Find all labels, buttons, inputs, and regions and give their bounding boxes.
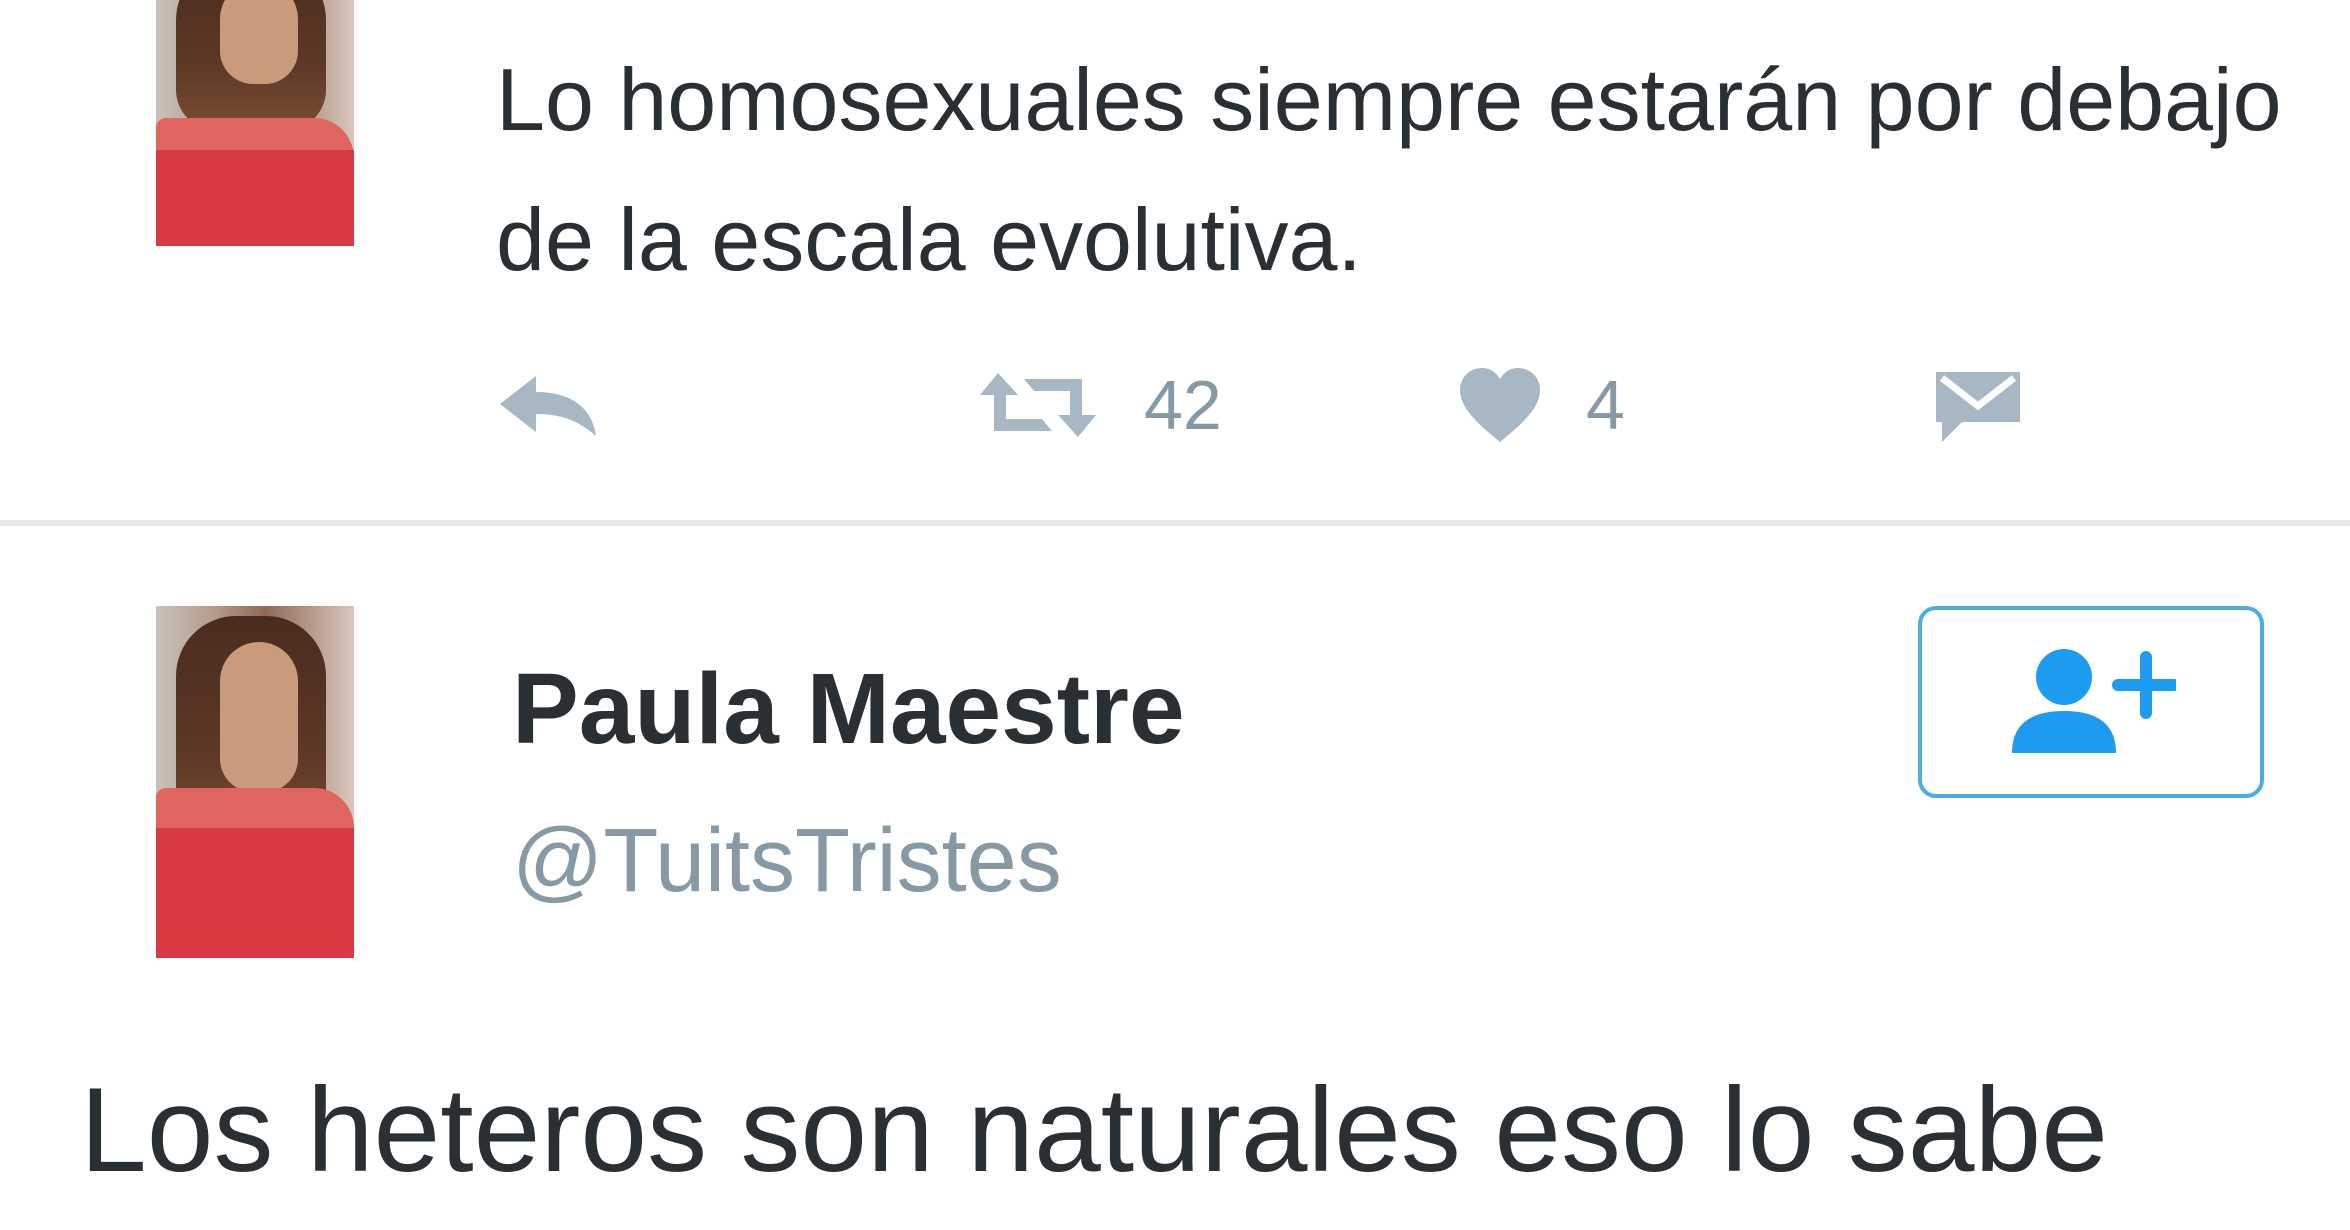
add-user-icon	[2006, 645, 2180, 760]
like-button[interactable]: 4	[1458, 360, 1625, 450]
tweet-actions: 42 4	[0, 360, 2350, 450]
reply-icon	[496, 370, 600, 440]
tweet-text: Los heteros son naturales eso lo sabe	[80, 1063, 2108, 1197]
avatar[interactable]	[156, 606, 354, 958]
like-count: 4	[1586, 366, 1625, 444]
retweet-button[interactable]: 42	[976, 360, 1222, 450]
heart-icon	[1458, 366, 1542, 444]
retweet-icon	[976, 369, 1100, 441]
reply-button[interactable]	[496, 360, 600, 450]
follow-button[interactable]	[1918, 606, 2264, 798]
avatar[interactable]	[156, 0, 354, 246]
user-handle[interactable]: @TuitsTristes	[512, 810, 1062, 913]
display-name[interactable]: Paula Maestre	[512, 652, 1185, 767]
retweet-count: 42	[1144, 366, 1222, 444]
divider	[0, 520, 2350, 526]
tweet-text: Lo homosexuales siempre estarán por deba…	[496, 50, 2282, 289]
direct-message-icon	[1934, 366, 2022, 444]
direct-message-button[interactable]	[1934, 360, 2022, 450]
